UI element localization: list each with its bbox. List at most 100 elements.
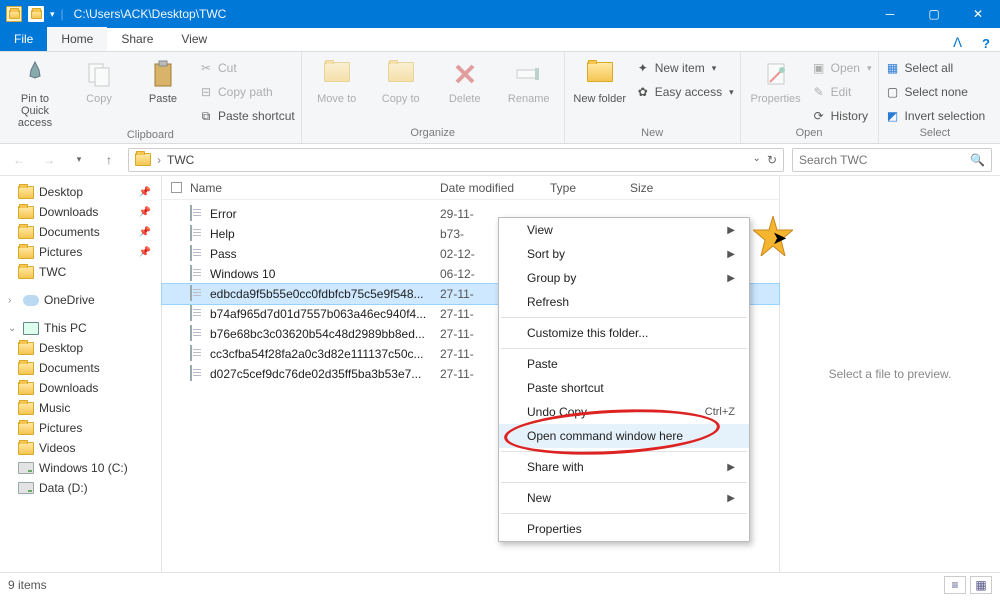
nav-item-onedrive[interactable]: ›OneDrive: [4, 290, 157, 310]
context-menu-item[interactable]: Group by▶: [499, 266, 749, 290]
nav-item-c-drive[interactable]: Windows 10 (C:): [4, 458, 157, 478]
minimize-button[interactable]: ─: [868, 0, 912, 28]
nav-item-desktop2[interactable]: Desktop: [4, 338, 157, 358]
large-icons-view-button[interactable]: ▦: [970, 576, 992, 594]
file-name: Windows 10: [210, 267, 440, 281]
new-item-button[interactable]: ✦New item▾: [635, 58, 734, 78]
invert-selection-button[interactable]: ◩Invert selection: [885, 106, 986, 126]
maximize-button[interactable]: ▢: [912, 0, 956, 28]
nav-item-downloads2[interactable]: Downloads: [4, 378, 157, 398]
navigation-pane[interactable]: Desktop📌 Downloads📌 Documents📌 Pictures📌…: [0, 176, 162, 572]
nav-item-videos[interactable]: Videos: [4, 438, 157, 458]
paste-shortcut-button[interactable]: ⧉Paste shortcut: [198, 106, 295, 126]
file-name: Help: [210, 227, 440, 241]
history-button[interactable]: ⟳History: [811, 106, 872, 126]
pin-icon: 📌: [139, 247, 157, 258]
up-button[interactable]: ↑: [98, 149, 120, 171]
tab-share[interactable]: Share: [107, 27, 167, 51]
chevron-right-icon: ▶: [727, 225, 735, 236]
context-menu-item[interactable]: View▶: [499, 218, 749, 242]
qat-dropdown-icon[interactable]: ▾: [50, 9, 55, 20]
drive-icon: [18, 482, 34, 494]
nav-item-downloads[interactable]: Downloads📌: [4, 202, 157, 222]
pin-to-quick-access-button[interactable]: Pin to Quick access: [6, 56, 64, 129]
nav-item-documents[interactable]: Documents📌: [4, 222, 157, 242]
recent-button[interactable]: ▾: [68, 149, 90, 171]
collapse-ribbon-icon[interactable]: ᐱ: [943, 35, 972, 51]
forward-button[interactable]: →: [38, 149, 60, 171]
column-size[interactable]: Size: [630, 181, 690, 195]
tab-file[interactable]: File: [0, 27, 47, 51]
properties-button[interactable]: Properties: [747, 56, 805, 105]
nav-item-pictures[interactable]: Pictures📌: [4, 242, 157, 262]
context-menu-item[interactable]: Open command window here: [499, 424, 749, 448]
preview-pane: Select a file to preview.: [780, 176, 1000, 572]
context-menu-item[interactable]: New▶: [499, 486, 749, 510]
file-name: cc3cfba54f28fa2a0c3d82e111137c50c...: [210, 347, 440, 361]
nav-item-d-drive[interactable]: Data (D:): [4, 478, 157, 498]
chevron-down-icon[interactable]: ⌄: [753, 153, 761, 167]
select-all-button[interactable]: ▦Select all: [885, 58, 986, 78]
context-menu-item[interactable]: Paste: [499, 352, 749, 376]
search-input[interactable]: [799, 153, 970, 167]
shortcut-label: Ctrl+Z: [705, 406, 735, 418]
new-folder-button[interactable]: New folder: [571, 56, 629, 105]
paste-button[interactable]: Paste: [134, 56, 192, 105]
context-menu-item[interactable]: Undo CopyCtrl+Z: [499, 400, 749, 424]
group-clipboard-label: Clipboard: [6, 129, 295, 141]
nav-item-music[interactable]: Music: [4, 398, 157, 418]
nav-item-twc[interactable]: TWC: [4, 262, 157, 282]
copy-button[interactable]: Copy: [70, 56, 128, 105]
folder-icon: [28, 6, 44, 22]
folder-icon: [135, 153, 151, 166]
file-name: b76e68bc3c03620b54c48d2989bb8ed...: [210, 327, 440, 341]
easy-access-icon: ✿: [635, 84, 651, 100]
nav-item-this-pc[interactable]: ⌄This PC: [4, 318, 157, 338]
column-date[interactable]: Date modified: [440, 181, 550, 195]
context-menu-item[interactable]: Properties: [499, 517, 749, 541]
ribbon-tabs: File Home Share View ᐱ ?: [0, 28, 1000, 52]
chevron-down-icon[interactable]: ⌄: [8, 323, 18, 334]
details-view-button[interactable]: ≡: [944, 576, 966, 594]
file-icon: [190, 226, 206, 242]
column-type[interactable]: Type: [550, 181, 630, 195]
tab-home[interactable]: Home: [47, 27, 107, 51]
nav-item-documents2[interactable]: Documents: [4, 358, 157, 378]
file-name: b74af965d7d01d7557b063a46ec940f4...: [210, 307, 440, 321]
help-icon[interactable]: ?: [972, 36, 1000, 51]
move-to-button[interactable]: Move to: [308, 56, 366, 105]
copy-to-button[interactable]: Copy to: [372, 56, 430, 105]
close-button[interactable]: ✕: [956, 0, 1000, 28]
context-menu-item[interactable]: Share with▶: [499, 455, 749, 479]
copy-path-button[interactable]: ⊟Copy path: [198, 82, 295, 102]
open-button[interactable]: ▣Open▾: [811, 58, 872, 78]
back-button[interactable]: ←: [8, 149, 30, 171]
context-menu-item[interactable]: Sort by▶: [499, 242, 749, 266]
breadcrumb-item[interactable]: TWC: [167, 153, 194, 167]
rename-button[interactable]: Rename: [500, 56, 558, 105]
nav-item-desktop[interactable]: Desktop📌: [4, 182, 157, 202]
select-all-checkbox[interactable]: [171, 182, 182, 193]
chevron-right-icon: ▶: [727, 493, 735, 504]
context-menu-item[interactable]: Customize this folder...: [499, 321, 749, 345]
cut-button[interactable]: ✂Cut: [198, 58, 295, 78]
file-icon: [190, 306, 206, 322]
file-name: Error: [210, 207, 440, 221]
context-menu-item[interactable]: Paste shortcut: [499, 376, 749, 400]
chevron-right-icon[interactable]: ›: [157, 153, 161, 167]
file-name: d027c5cef9dc76de02d35ff5ba3b53e7...: [210, 367, 440, 381]
group-select-label: Select: [885, 127, 986, 141]
nav-item-pictures2[interactable]: Pictures: [4, 418, 157, 438]
delete-button[interactable]: Delete: [436, 56, 494, 105]
select-none-button[interactable]: ▢Select none: [885, 82, 986, 102]
chevron-right-icon[interactable]: ›: [8, 295, 18, 306]
easy-access-button[interactable]: ✿Easy access▾: [635, 82, 734, 102]
column-name[interactable]: Name: [190, 181, 440, 195]
breadcrumb[interactable]: › TWC ⌄ ↻: [128, 148, 784, 172]
search-box[interactable]: 🔍: [792, 148, 992, 172]
context-menu-item[interactable]: Refresh: [499, 290, 749, 314]
tab-view[interactable]: View: [167, 27, 221, 51]
refresh-icon[interactable]: ↻: [767, 153, 777, 167]
context-menu[interactable]: View▶Sort by▶Group by▶Refresh Customize t…: [498, 217, 750, 542]
edit-button[interactable]: ✎Edit: [811, 82, 872, 102]
